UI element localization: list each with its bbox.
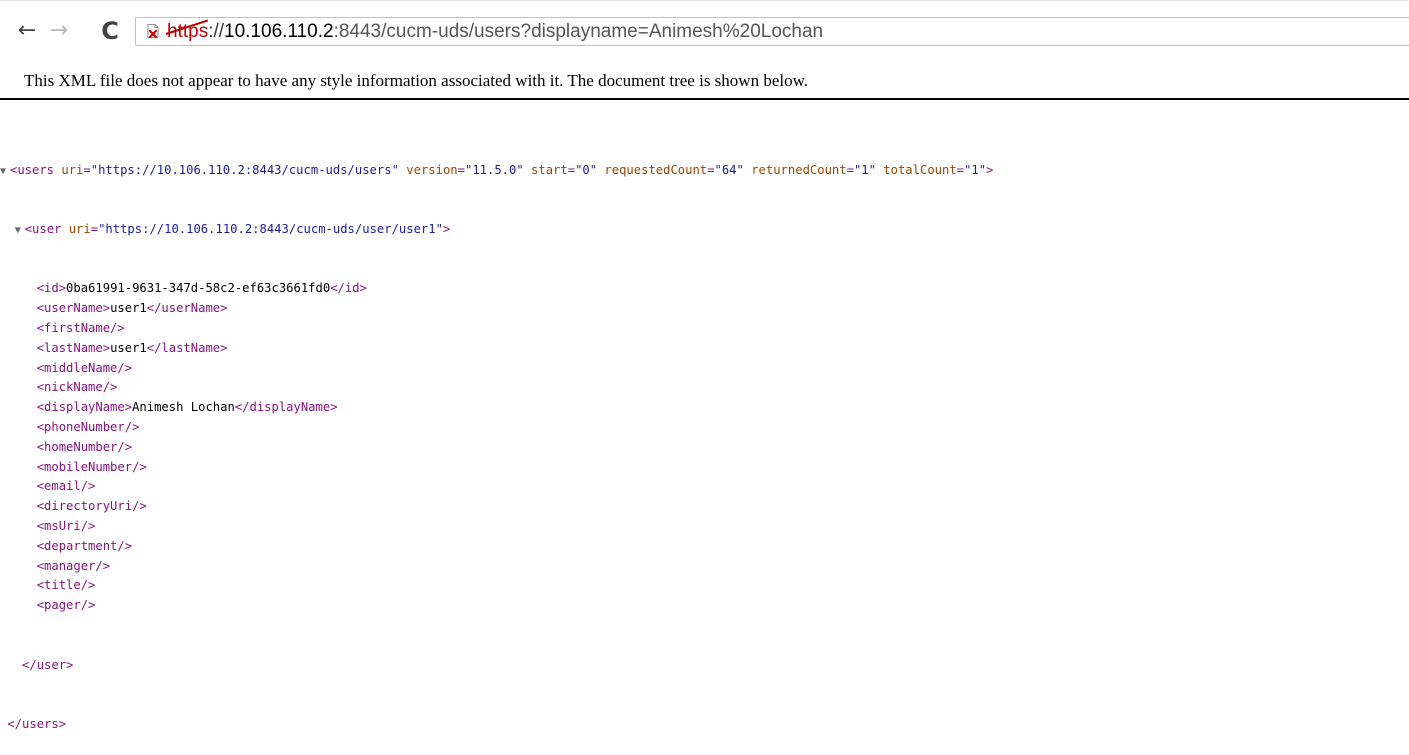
xml-tag: <lastName> [36,340,111,355]
xml-attr-name: version [406,162,458,177]
xml-attr-value: "1" [964,162,987,177]
reload-icon: C [101,17,119,45]
notice-divider [0,98,1409,100]
xml-attr-value: "https://10.106.110.2:8443/cucm-uds/user… [90,162,399,177]
collapse-triangle-icon[interactable]: ▼ [15,221,25,241]
address-bar[interactable]: https://10.106.110.2:8443/cucm-uds/users… [135,17,1409,46]
url-text[interactable]: https://10.106.110.2:8443/cucm-uds/users… [165,19,824,44]
xml-tag: <mobileNumber/> [36,459,147,474]
xml-tag: <homeNumber/> [36,439,133,454]
xml-text-value: user1 [110,301,147,316]
xml-root-close-line: </users> [0,715,993,735]
xml-tag: <directoryUri/> [36,499,147,514]
url-path: :8443/cucm-uds/users?displayname=Animesh… [333,21,824,42]
xml-tag: <pager/> [36,598,96,613]
xml-field-line: <manager/> [0,557,993,577]
xml-user-open-line: ▼ <user uri="https://10.106.110.2:8443/cu… [0,220,993,240]
xml-tag: <title/> [36,578,96,593]
xml-field-line: <userName>user1</userName> [0,299,993,319]
xml-field-line: <homeNumber/> [0,438,993,458]
xml-tag: <msUri/> [36,518,96,533]
xml-attr-value: "1" [853,162,876,177]
xml-field-line: <id>0ba61991-9631-347d-58c2-ef63c3661fd0… [0,279,993,299]
xml-tag: <user [24,221,62,236]
forward-button[interactable]: → [46,14,72,48]
xml-attr-value: "https://10.106.110.2:8443/cucm-uds/user… [98,221,443,236]
xml-tag: <userName> [36,301,111,316]
xml-field-line: <firstName/> [0,319,993,339]
toolbar-top-border [0,0,1409,1]
xml-tag: </lastName> [146,340,228,355]
url-separator: :// [208,21,225,42]
xml-field-line: <nickName/> [0,378,993,398]
arrow-left-icon: ← [17,18,37,43]
reload-button[interactable]: C [96,14,124,48]
xml-tag: </userName> [146,301,228,316]
arrow-right-icon: → [49,18,69,43]
xml-tag: <displayName> [36,400,133,415]
xml-text-value: user1 [110,340,147,355]
xml-attr-name: uri [68,221,91,236]
xml-tag: <firstName/> [36,320,125,335]
xml-style-notice: This XML file does not appear to have an… [24,71,809,90]
xml-root-open-line: ▼ <users uri="https://10.106.110.2:8443/c… [0,161,993,181]
xml-attr-value: "64" [714,162,744,177]
xml-field-line: <displayName>Animesh Lochan</displayName… [0,398,993,418]
xml-text-value: 0ba61991-9631-347d-58c2-ef63c3661fd0 [66,281,331,296]
xml-tag: <middleName/> [36,360,133,375]
xml-tag: <department/> [36,538,133,553]
browser-toolbar: ← → C https://10.106.110.2:8443/cucm-uds… [0,0,1409,65]
xml-tag: <phoneNumber/> [36,419,140,434]
xml-field-line: <directoryUri/> [0,497,993,517]
xml-attr-name: totalCount [883,162,957,177]
xml-tag: <manager/> [36,558,111,573]
xml-tag: <users [10,162,55,177]
xml-field-line: <title/> [0,576,993,596]
xml-attr-value: "0" [575,162,598,177]
xml-field-line: <msUri/> [0,517,993,537]
xml-user-close-line: </user> [0,656,993,676]
xml-field-line: <pager/> [0,596,993,616]
collapse-triangle-icon[interactable]: ▼ [0,162,10,182]
xml-attr-name: returnedCount [751,162,847,177]
xml-tag: </id> [330,281,367,296]
xml-user-fields: <id>0ba61991-9631-347d-58c2-ef63c3661fd0… [0,279,993,616]
xml-tag: </displayName> [234,400,338,415]
xml-field-line: <email/> [0,477,993,497]
xml-field-line: <middleName/> [0,359,993,379]
xml-document-tree: ▼ <users uri="https://10.106.110.2:8443/c… [0,121,993,755]
xml-tag: </users> [7,716,67,731]
back-button[interactable]: ← [14,14,40,48]
xml-text-value: Animesh Lochan [132,400,235,415]
xml-attr-name: requestedCount [604,162,708,177]
not-secure-page-icon[interactable] [145,23,161,39]
xml-tag: </user> [22,657,74,672]
xml-field-line: <mobileNumber/> [0,458,993,478]
url-host: 10.106.110.2 [224,21,334,42]
xml-attr-name: start [531,162,568,177]
xml-tag: <email/> [36,479,96,494]
xml-tag: <id> [36,281,67,296]
url-scheme: https [165,19,209,42]
xml-tag: <nickName/> [36,380,118,395]
xml-attr-value: "11.5.0" [464,162,524,177]
xml-field-line: <phoneNumber/> [0,418,993,438]
xml-field-line: <lastName>user1</lastName> [0,339,993,359]
xml-attr-name: uri [61,162,84,177]
